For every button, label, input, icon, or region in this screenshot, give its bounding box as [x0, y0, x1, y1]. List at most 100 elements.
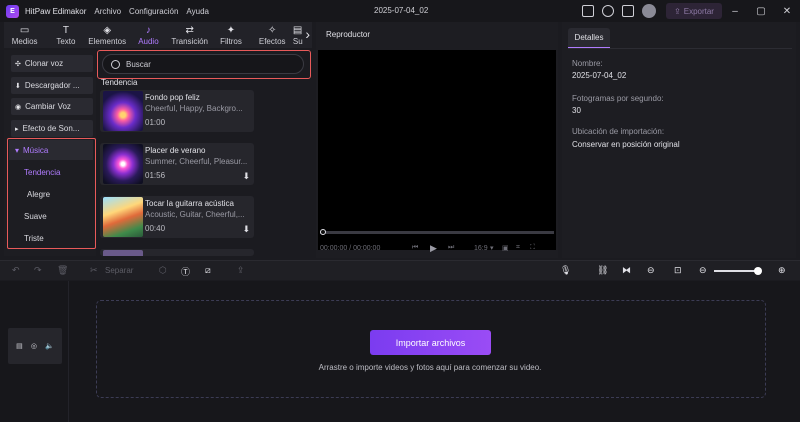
playback-progress[interactable]	[320, 229, 554, 235]
sidebar-item-musica[interactable]: ▾ Música	[9, 140, 93, 160]
split-label[interactable]: Separar	[105, 266, 133, 275]
next-frame-icon[interactable]: ⏭	[448, 244, 474, 252]
list-item[interactable]: Tocar la guitarra acústica Acoustic, Gui…	[100, 196, 254, 238]
sidebar-item-alegre[interactable]: Alegre	[27, 190, 50, 199]
voice-change-icon: ◉	[15, 103, 22, 111]
tab-label: Texto	[56, 36, 76, 46]
tab-medios[interactable]: ▭ Medios	[4, 22, 45, 48]
fullscreen-icon[interactable]: ⛶	[530, 244, 540, 252]
crop-icon[interactable]: ⌗	[516, 244, 530, 252]
sidebar-item-suave[interactable]: Suave	[24, 212, 47, 221]
minimize-icon[interactable]: –	[722, 6, 748, 17]
menu-archivo[interactable]: Archivo	[94, 7, 121, 16]
sidebar-item-efecto-sonido[interactable]: ▸ Efecto de Son...	[11, 120, 93, 137]
menu-configuracion[interactable]: Configuración	[129, 7, 178, 16]
export-button[interactable]: ⇪ Exportar	[666, 3, 722, 19]
play-icon[interactable]: ▶	[430, 243, 448, 254]
close-icon[interactable]: ✕	[774, 6, 800, 17]
list-item[interactable]: Placer de verano Summer, Cheerful, Pleas…	[100, 143, 254, 185]
track-link-icon[interactable]: ⊖	[647, 265, 655, 276]
app-title: HitPaw Edimakor	[25, 6, 87, 16]
filter-icon: ✦	[226, 24, 236, 36]
track-title: Placer de verano	[145, 146, 206, 155]
track-header: ▤ ◎ 🔈	[8, 328, 62, 364]
sidebar-item-clonar-voz[interactable]: ✣ Clonar voz	[11, 55, 93, 72]
sidebar-item-tendencia[interactable]: Tendencia	[24, 168, 60, 177]
list-item[interactable]	[100, 249, 254, 256]
text-icon: T	[62, 24, 69, 36]
link-icon[interactable]: ⛓	[597, 265, 608, 276]
zoom-handle[interactable]	[754, 267, 762, 275]
timeline-area: ▤ ◎ 🔈 Importar archivos Arrastre o impor…	[0, 281, 800, 422]
download-icon[interactable]: ⬇	[242, 224, 250, 235]
search-icon	[111, 59, 120, 69]
aspect-ratio-select[interactable]: 16:9	[474, 245, 490, 252]
fit-timeline-icon[interactable]: ⊡	[674, 265, 682, 276]
zoom-in-icon[interactable]: ⊕	[778, 265, 786, 276]
elements-icon: ◈	[103, 24, 112, 36]
split-audio-icon[interactable]: ⧓	[622, 265, 631, 276]
drop-hint: Arrastre o importe videos y fotos aquí p…	[318, 363, 542, 372]
tab-efectos[interactable]: ✧ Efectos	[252, 22, 293, 48]
export-label: Exportar	[683, 6, 714, 16]
chevron-right-icon: ▸	[15, 125, 19, 133]
search-bar[interactable]	[102, 54, 304, 74]
maximize-icon[interactable]: ▢	[748, 6, 774, 17]
monitor-icon[interactable]	[582, 5, 594, 17]
text-tool-icon[interactable]: Ⓣ	[181, 265, 190, 278]
redo-icon[interactable]: ↷	[34, 265, 42, 276]
track-title: Fondo pop feliz	[145, 93, 200, 102]
avatar[interactable]	[642, 4, 656, 18]
fps-label: Fotogramas por segundo:	[572, 94, 664, 103]
sidebar-item-cambiar-voz[interactable]: ◉ Cambiar Voz	[11, 98, 93, 115]
track-lock-icon[interactable]: ▤	[16, 342, 23, 350]
menu-ayuda[interactable]: Ayuda	[186, 7, 209, 16]
tab-label: Efectos	[258, 36, 286, 46]
prev-frame-icon[interactable]: ⏮	[412, 244, 430, 252]
tab-audio[interactable]: ♪ Audio	[128, 22, 169, 48]
zoom-out-icon[interactable]: ⊖	[699, 265, 707, 276]
export-icon: ⇪	[674, 6, 681, 16]
tab-filtros[interactable]: ✦ Filtros	[210, 22, 251, 48]
location-value: Conservar en posición original	[572, 140, 680, 149]
marker-icon[interactable]: ⬡	[159, 265, 167, 276]
chevron-down-icon[interactable]: ▾	[490, 244, 502, 252]
sidebar-item-triste[interactable]: Triste	[24, 234, 44, 243]
tab-label: Medios	[11, 36, 38, 46]
player-panel: Reproductor 00:00:00 / 00:00:00 ⏮ ▶ ⏭ 16…	[316, 22, 558, 258]
export-clip-icon[interactable]: ⇪	[237, 265, 245, 276]
folder-icon: ▭	[19, 24, 30, 36]
import-files-button[interactable]: Importar archivos	[370, 330, 491, 355]
microphone-icon[interactable]: 🎙	[560, 265, 571, 276]
search-input[interactable]	[126, 59, 286, 69]
undo-icon[interactable]: ↶	[12, 265, 20, 276]
app-logo-icon: E	[6, 4, 19, 18]
download-icon[interactable]: ⬇	[242, 171, 250, 182]
fps-value: 30	[572, 106, 581, 115]
scissors-icon[interactable]: ✂	[90, 265, 98, 276]
chevron-right-icon[interactable]: ›	[305, 26, 310, 42]
list-item[interactable]: Fondo pop feliz Cheerful, Happy, Backgro…	[100, 90, 254, 132]
tab-label: Filtros	[220, 36, 242, 46]
tab-texto[interactable]: T Texto	[45, 22, 86, 48]
progress-handle[interactable]	[320, 229, 326, 235]
tab-detalles[interactable]: Detalles	[568, 28, 610, 48]
track-duration: 01:56	[145, 171, 166, 180]
eye-icon[interactable]: ◎	[31, 342, 37, 350]
message-icon[interactable]	[602, 5, 614, 17]
timeline-toolbar: ↶ ↷ 🗑 ✂ Separar ⬡ Ⓣ ⧄ ⇪ 🎙 ⛓ ⧓ ⊖ ⊡ ⊖ ⊕	[0, 260, 800, 280]
player-title: Reproductor	[326, 30, 371, 39]
effects-icon: ✧	[268, 24, 277, 36]
subtitle-icon: ▤	[292, 24, 303, 36]
sidebar-item-descargador[interactable]: ⬇ Descargador ...	[11, 77, 93, 94]
track-thumbnail	[103, 250, 143, 256]
tab-transicion[interactable]: ⇄ Transición	[169, 22, 210, 48]
volume-icon[interactable]: 🔈	[45, 342, 54, 350]
auto-caption-icon[interactable]: ⧄	[205, 265, 211, 276]
snapshot-icon[interactable]: ▣	[502, 244, 516, 252]
track-duration: 01:00	[145, 118, 166, 127]
download-icon[interactable]	[622, 5, 634, 17]
preview-screen[interactable]	[318, 50, 556, 250]
tab-elementos[interactable]: ◈ Elementos	[87, 22, 128, 48]
delete-icon[interactable]: 🗑	[57, 265, 68, 276]
